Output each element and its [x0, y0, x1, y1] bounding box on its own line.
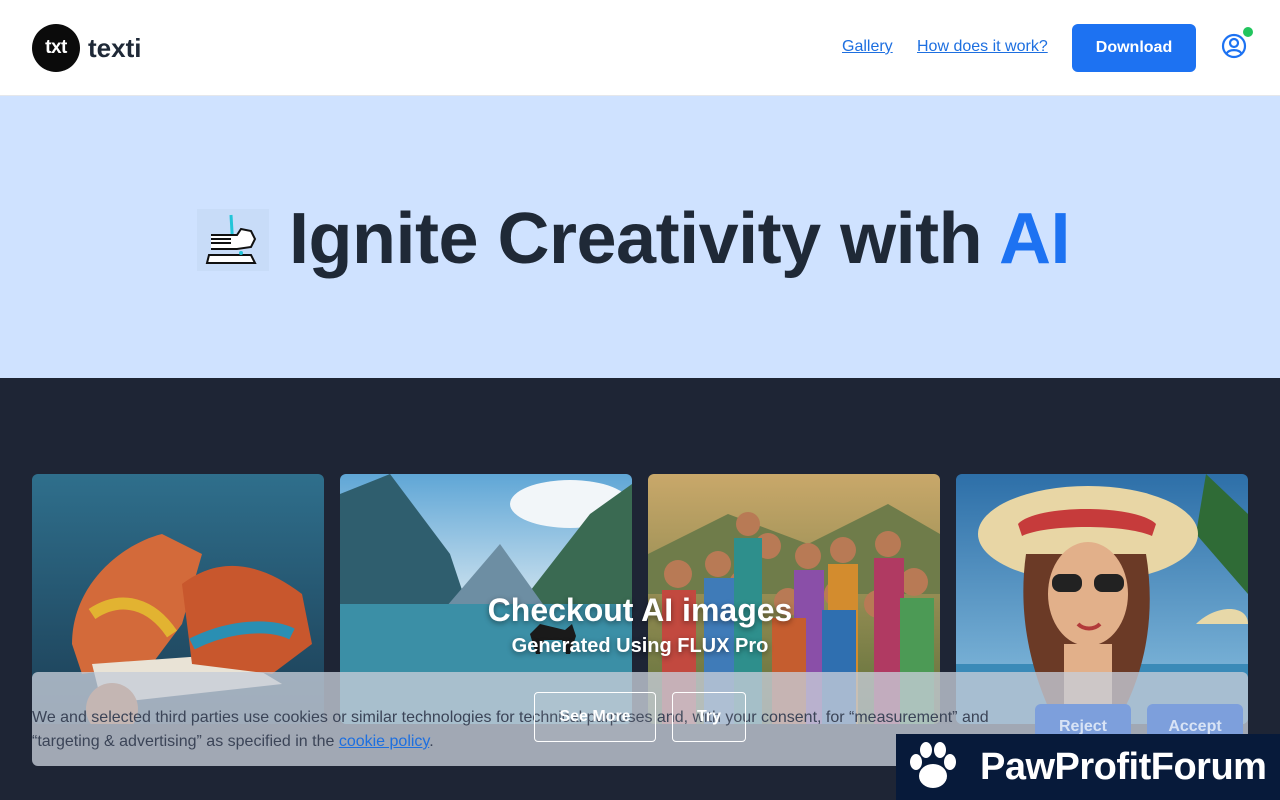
user-icon[interactable]	[1220, 32, 1248, 60]
hero-title: Ignite Creativity with AI	[289, 198, 1070, 280]
logo-text: texti	[88, 32, 142, 63]
hero-title-accent: AI	[998, 199, 1071, 279]
hand-writing-icon	[197, 209, 269, 271]
see-more-button[interactable]: See More	[534, 692, 656, 742]
paw-icon	[910, 742, 956, 788]
logo-badge: txt	[32, 24, 80, 72]
site-header: txt texti Gallery How does it work? Down…	[0, 0, 1280, 96]
cookie-policy-link[interactable]: cookie policy	[339, 733, 429, 750]
download-button[interactable]: Download	[1072, 24, 1196, 72]
nav-link-gallery[interactable]: Gallery	[842, 38, 893, 56]
cookie-text: We and selected third parties use cookie…	[32, 706, 1002, 754]
logo[interactable]: txt texti	[32, 24, 141, 72]
cookie-text-end: .	[429, 733, 434, 750]
hero-section: Ignite Creativity with AI	[0, 96, 1280, 378]
try-button[interactable]: Try	[672, 692, 746, 742]
gallery-overlay-title: Checkout AI images	[487, 592, 793, 628]
hero-title-prefix: Ignite Creativity with	[289, 199, 999, 279]
online-status-dot	[1243, 27, 1253, 37]
gallery-overlay-subtitle: Generated Using FLUX Pro	[511, 635, 769, 657]
watermark-text: PawProfitForum	[980, 745, 1267, 788]
nav-link-how-it-works[interactable]: How does it work?	[917, 38, 1048, 56]
cookie-text-main: We and selected third parties use cookie…	[32, 709, 989, 750]
watermark: PawProfitForum	[896, 734, 1280, 800]
